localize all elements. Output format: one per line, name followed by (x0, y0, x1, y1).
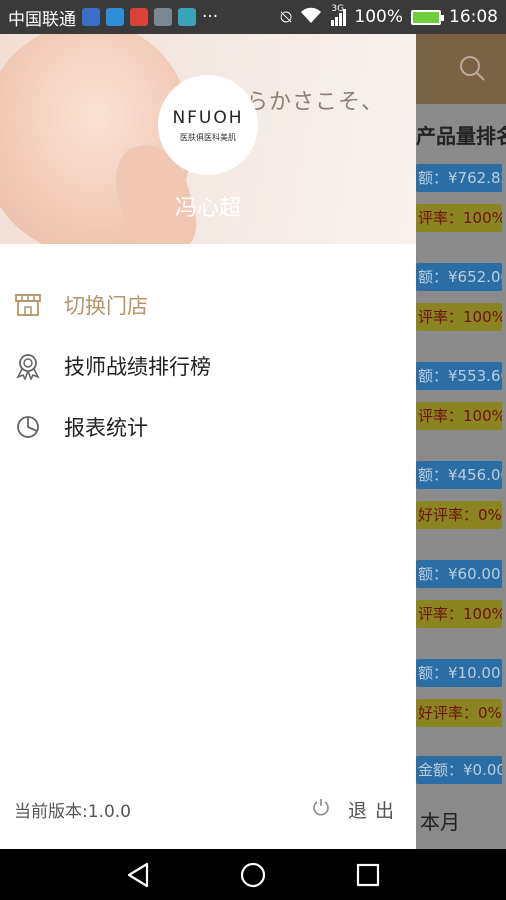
store-icon (14, 291, 42, 319)
drawer-banner: らかさこそ、 NFUOH 医肤俱医科美肌 冯心超 (0, 34, 416, 244)
notification-app-icon (130, 8, 148, 26)
drawer-footer: 当前版本:1.0.0 退出 (0, 789, 416, 829)
home-icon[interactable] (233, 855, 273, 895)
carrier-label: 中国联通 (8, 9, 76, 30)
app-version: 当前版本:1.0.0 (14, 801, 131, 822)
navigation-drawer: らかさこそ、 NFUOH 医肤俱医科美肌 冯心超 切换门店 技师战绩排行榜 报表… (0, 34, 416, 849)
logo-wordmark: NFUOH (172, 107, 244, 128)
rate-badge: 评率：100% (416, 600, 502, 628)
rate-badge: 好评率：0% (416, 699, 502, 727)
drawer-menu: 切换门店 技师战绩排行榜 报表统计 (0, 274, 416, 457)
recent-apps-icon[interactable] (348, 855, 388, 895)
banner-text: らかさこそ、 (246, 90, 385, 115)
system-navigation-bar (0, 849, 506, 900)
rate-badge: 评率：100% (416, 204, 502, 232)
brand-logo: NFUOH 医肤俱医科美肌 (158, 75, 258, 175)
notification-app-icon (178, 8, 196, 26)
rate-badge: 评率：100% (416, 402, 502, 430)
more-notifications-icon: ··· (202, 7, 219, 27)
wifi-icon (299, 6, 323, 29)
power-icon (312, 798, 330, 820)
amount-badge: 额：¥10.00 (416, 659, 502, 687)
rate-badge: 好评率：0% (416, 501, 502, 529)
amount-badge: 额：¥60.00 (416, 560, 502, 588)
notification-app-icon (154, 8, 172, 26)
rate-badge: 评率：100% (416, 303, 502, 331)
signal-icon: 3G (331, 4, 347, 26)
user-name: 冯心超 (174, 196, 241, 221)
ranking-title: 产品量排名 (416, 124, 506, 148)
amount-badge: 额：¥652.00 (416, 263, 502, 291)
menu-item-label: 切换门店 (64, 293, 148, 318)
amount-badge: 额：¥762.82 (416, 164, 502, 192)
amount-badge: 额：¥456.00 (416, 461, 502, 489)
menu-item-label: 报表统计 (64, 415, 148, 440)
status-bar: 中国联通 ··· ⍉ 3G 100% 16:08 (0, 0, 506, 34)
clock: 16:08 (449, 7, 498, 27)
amount-badge: 金额：¥0.00 (416, 756, 502, 784)
award-icon (14, 352, 42, 380)
network-type-label: 3G (331, 4, 345, 14)
notification-app-icon (82, 8, 100, 26)
menu-item-technician-ranking[interactable]: 技师战绩排行榜 (0, 335, 416, 396)
period-tab: 本月 (420, 810, 460, 834)
logout-button[interactable]: 退出 (312, 796, 402, 823)
pie-chart-icon (14, 413, 42, 441)
search-icon[interactable] (458, 54, 486, 82)
menu-item-label: 技师战绩排行榜 (64, 354, 211, 379)
notification-app-icon (106, 8, 124, 26)
menu-item-report-stats[interactable]: 报表统计 (0, 396, 416, 457)
back-icon[interactable] (118, 855, 158, 895)
menu-item-switch-store[interactable]: 切换门店 (0, 274, 416, 335)
battery-icon (411, 9, 444, 25)
logout-label: 退出 (347, 799, 402, 822)
vibrate-off-icon: ⍉ (280, 6, 292, 28)
amount-badge: 额：¥553.60 (416, 362, 502, 390)
battery-percent: 100% (354, 7, 403, 27)
logo-subtitle: 医肤俱医科美肌 (180, 132, 236, 142)
